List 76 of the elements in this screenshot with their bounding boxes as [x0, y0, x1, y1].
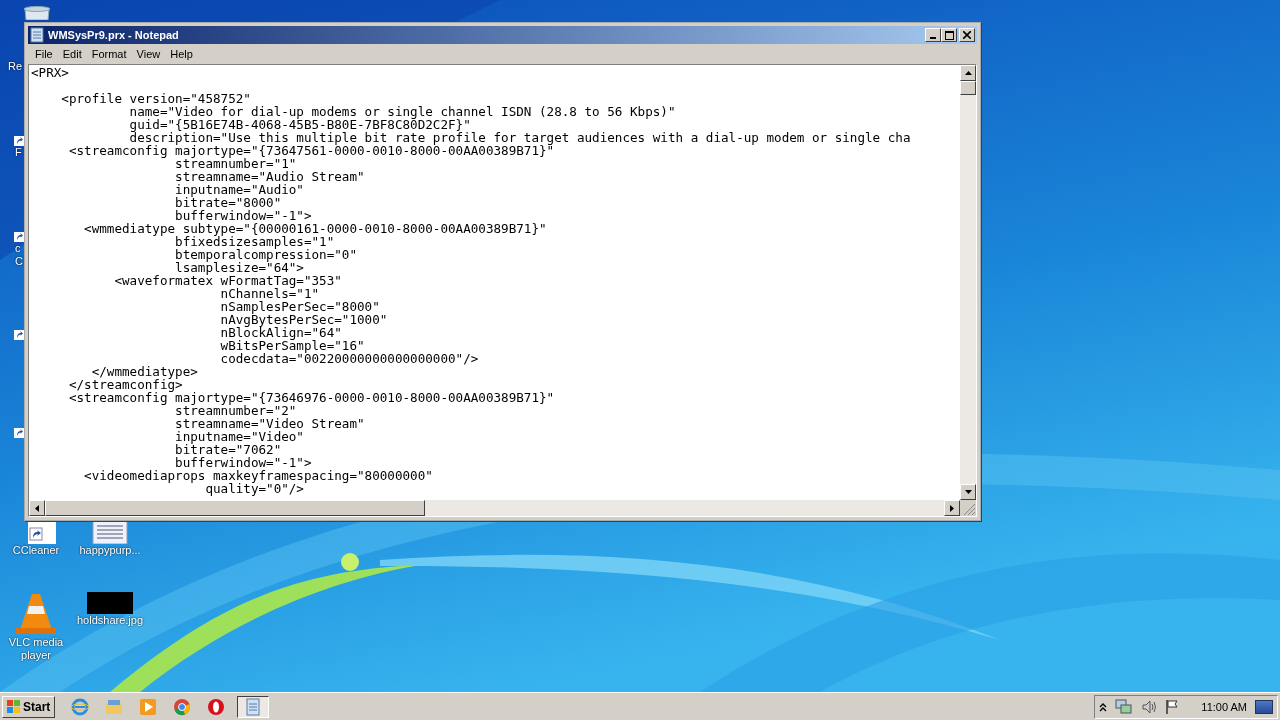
network-icon[interactable]	[1115, 698, 1134, 715]
text-line: inputname="Audio"	[174, 182, 304, 197]
vertical-scrollbar[interactable]	[960, 65, 976, 500]
scroll-right-button[interactable]	[944, 500, 960, 516]
text-line: btemporalcompression="0"	[174, 247, 358, 262]
desktop-icon-label[interactable]: F	[15, 146, 22, 159]
text-line: nChannels="1"	[219, 286, 320, 301]
shortcut-arrow-icon[interactable]	[14, 232, 24, 242]
text-line: </streamconfig>	[67, 377, 183, 392]
down-triangle-icon	[964, 490, 972, 494]
text-line: </wmmediatype>	[91, 364, 198, 379]
menu-item[interactable]: File	[30, 48, 58, 60]
text-line: <wmmediatype subtype="{00000161-0000-0010-8000-00AA00389B71}"	[83, 221, 547, 236]
menu-item[interactable]: View	[131, 48, 166, 60]
text-line: <profile version="458752"	[60, 91, 251, 106]
windows-logo-icon	[7, 699, 21, 714]
minimize-button[interactable]	[925, 28, 941, 42]
show-desktop-button[interactable]	[1255, 699, 1273, 714]
text-line: lsamplesize="64">	[175, 260, 304, 275]
text-line: bitrate="7062"	[174, 442, 282, 457]
menu-item[interactable]: Format	[86, 48, 132, 60]
text-line: nAvgBytesPerSec="1000"	[219, 312, 388, 327]
scroll-up-button[interactable]	[960, 65, 976, 81]
text-line: nBlockAlign="64"	[219, 325, 342, 340]
clock[interactable]: 11:00 AM	[1201, 700, 1247, 713]
text-line: nSamplesPerSec="8000"	[219, 299, 380, 314]
text-line: <videomediaprops maxkeyframespacing="80000000"	[83, 468, 433, 483]
text-line: streamnumber="1"	[174, 156, 297, 171]
maximize-button[interactable]	[941, 28, 957, 42]
notepad-icon	[30, 27, 44, 43]
close-button[interactable]	[959, 28, 975, 42]
text-line: streamnumber="2"	[174, 403, 297, 418]
text-line: description="Use this multiple bit rate profile for target audiences with a dial-up modem or single cha	[129, 130, 911, 145]
traffic-cone-icon[interactable]	[14, 592, 58, 636]
shortcut-arrow-icon[interactable]	[14, 136, 24, 146]
scroll-down-button[interactable]	[960, 484, 976, 500]
text-line: bufferwindow="-1">	[174, 208, 312, 223]
text-line: wBitsPerSample="16"	[219, 338, 365, 353]
maximize-icon	[944, 30, 954, 40]
menu-item[interactable]: Help	[165, 48, 198, 60]
flag-icon[interactable]	[1165, 698, 1180, 715]
shortcut-arrow-icon[interactable]	[14, 428, 24, 438]
text-line: codecdata="00220000000000000000"/>	[219, 351, 479, 366]
document-icon[interactable]	[92, 520, 128, 544]
shortcut-arrow-icon[interactable]	[14, 330, 24, 340]
text-line: bufferwindow="-1">	[174, 455, 312, 470]
up-triangle-icon	[964, 71, 972, 75]
speaker-icon[interactable]	[1141, 698, 1158, 715]
text-line: <waveformatex wFormatTag="353"	[113, 273, 342, 288]
image-thumbnail-icon[interactable]	[87, 592, 133, 614]
text-line: <PRX>	[31, 65, 69, 80]
right-triangle-icon	[950, 504, 954, 512]
scroll-thumb[interactable]	[45, 500, 425, 516]
scroll-left-button[interactable]	[29, 500, 45, 516]
text-line: name="Video for dial-up modems or single channel ISDN (28.8 to 56 Kbps)"	[128, 104, 676, 119]
resize-grip-icon[interactable]	[960, 500, 976, 516]
chevron-up-icon[interactable]	[1099, 701, 1108, 712]
text-line: streamname="Audio Stream"	[174, 169, 365, 184]
scroll-thumb[interactable]	[960, 81, 976, 95]
notepad-icon[interactable]	[237, 695, 270, 718]
horizontal-scrollbar[interactable]	[29, 500, 960, 516]
desktop-icon-label[interactable]: C	[15, 255, 23, 268]
close-icon	[963, 31, 971, 39]
start-button[interactable]: Start	[2, 695, 56, 718]
text-line: guid="{5B16E74B-4068-45B5-B80E-7BF8C80D2C2F}"	[128, 117, 471, 132]
desktop-icon-label[interactable]: c	[15, 242, 21, 255]
window-title: WMSysPr9.prx - Notepad	[48, 29, 180, 41]
text-line: quality="0"/>	[204, 481, 304, 496]
text-line: bitrate="8000"	[174, 195, 282, 210]
text-line: <streamconfig majortype="{73647561-0000-0010-8000-00AA00389B71}"	[67, 143, 555, 158]
text-line: streamname="Video Stream"	[174, 416, 365, 431]
left-triangle-icon	[35, 504, 39, 512]
text-line: inputname="Video"	[174, 429, 304, 444]
desktop-icon-label[interactable]: Re	[8, 60, 23, 73]
text-line: bfixedsizesamples="1"	[175, 234, 335, 249]
menu-item[interactable]: Edit	[57, 48, 87, 60]
